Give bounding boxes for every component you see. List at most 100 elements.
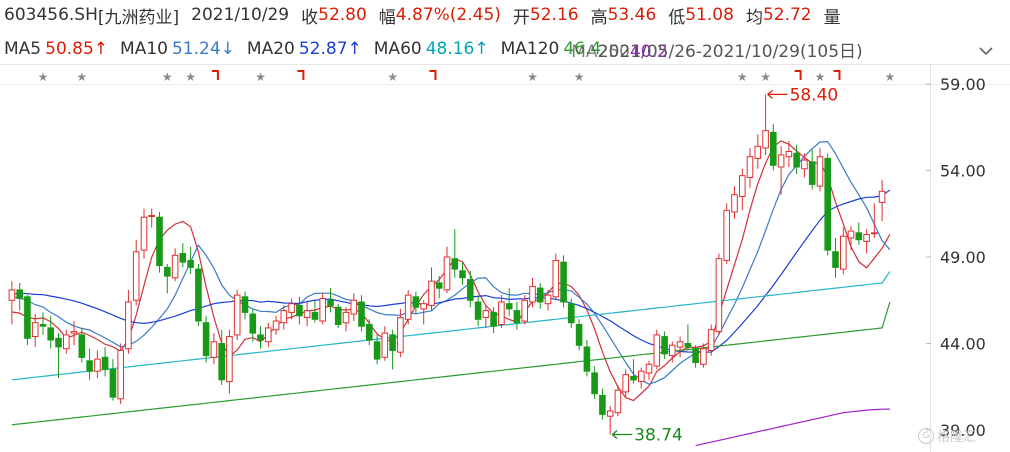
ma-value: 50.85↑	[45, 39, 109, 59]
candle	[451, 229, 459, 278]
candle	[366, 319, 373, 346]
candle-body	[156, 216, 163, 267]
candle-body	[560, 261, 567, 303]
star-marker-icon: ★	[76, 70, 87, 84]
candle-body	[24, 296, 31, 339]
candle	[808, 149, 816, 190]
candle	[739, 168, 746, 211]
candle	[156, 212, 163, 273]
candle	[731, 186, 738, 219]
candle-body	[684, 343, 692, 348]
low-value: 51.08	[685, 5, 734, 25]
y-tick-label: 49.00	[940, 248, 986, 267]
candle-body	[210, 341, 218, 358]
candle	[140, 208, 148, 259]
candle-body	[428, 280, 435, 306]
ma-line-ma120	[11, 301, 891, 426]
candle	[195, 263, 202, 327]
candle-body	[179, 253, 187, 263]
stock-name: [九洲药业]	[97, 7, 180, 28]
candle-body	[653, 334, 661, 367]
candle	[148, 208, 155, 228]
candle-body	[482, 310, 490, 319]
candle-body	[816, 156, 824, 187]
event-markers: ★ ★ ★ ★ ★ ★ ★ ★ ★ ★ ★ ★	[38, 70, 895, 84]
candle-body	[327, 299, 334, 306]
collapse-chevron-icon[interactable]	[968, 40, 1004, 62]
candle	[202, 315, 210, 363]
candle-body	[521, 299, 529, 322]
candle-body	[358, 301, 365, 327]
candle	[257, 326, 264, 349]
candle-body	[552, 260, 560, 298]
candle	[661, 331, 668, 360]
candle-body	[187, 260, 194, 268]
candle	[746, 148, 754, 188]
candle-body	[164, 266, 171, 277]
candle-body	[55, 337, 62, 348]
star-marker-icon: ★	[38, 70, 49, 84]
candle-body	[808, 161, 816, 185]
candle-body	[591, 372, 598, 395]
candle-body	[404, 294, 412, 320]
candle-body	[16, 289, 23, 299]
star-marker-icon: ★	[737, 70, 748, 84]
avg-label: 均	[745, 7, 763, 28]
candle-body	[373, 341, 381, 360]
candle-body	[381, 332, 389, 358]
candle	[723, 203, 731, 264]
candle-body	[311, 311, 319, 320]
candle	[311, 300, 319, 323]
candle	[187, 246, 194, 275]
candle-body	[39, 324, 47, 327]
candle-body	[342, 311, 350, 324]
candle	[94, 350, 101, 379]
candle	[179, 243, 187, 268]
ma-line-ma250	[695, 408, 890, 447]
candle	[428, 267, 435, 311]
candle-body	[777, 154, 785, 168]
watermark-text: 格隆汇	[937, 430, 977, 445]
ma-label: MA10	[120, 39, 168, 59]
y-tick-label: 59.00	[940, 75, 986, 94]
candle	[707, 324, 715, 356]
low-label: 低	[668, 7, 686, 28]
candle-body	[288, 303, 295, 313]
candle	[171, 248, 179, 282]
candle-body	[397, 317, 404, 353]
candle-body	[94, 358, 101, 372]
candle	[16, 283, 23, 311]
close-label: 收	[301, 7, 319, 28]
candle-body	[303, 310, 311, 319]
ma-label: MA120	[500, 39, 560, 59]
candle-body	[513, 310, 521, 324]
candle	[24, 295, 31, 346]
candle	[210, 333, 218, 365]
candle-body	[707, 329, 715, 352]
flag-marker-icon	[297, 70, 305, 80]
ma-value: 48.16↑	[425, 39, 489, 59]
candle-body	[78, 334, 86, 358]
candle-body	[334, 306, 342, 326]
candle-body	[871, 232, 878, 235]
candle	[381, 326, 389, 361]
stock-code: 603456.SH	[4, 5, 98, 25]
volume-label: 量	[823, 7, 841, 28]
candle	[855, 222, 863, 245]
low-arrow-icon	[611, 430, 633, 439]
candle-body	[389, 334, 396, 351]
candle-body	[723, 209, 731, 262]
candle-body	[676, 341, 684, 348]
candle-body	[785, 151, 793, 158]
candle	[397, 308, 404, 358]
flag-marker-icon	[211, 70, 219, 80]
candlestick-chart[interactable]: ★ ★ ★ ★ ★ ★ ★ ★ ★ ★ ★ ★ 59.0054.0049.0044.0039.00 5…	[0, 0, 1010, 452]
candle	[505, 288, 513, 316]
candle	[653, 329, 661, 370]
candle-body	[63, 334, 70, 350]
candle	[513, 302, 521, 330]
candle	[132, 239, 140, 306]
candle	[389, 329, 396, 370]
ma-line-ma5	[11, 140, 891, 402]
candle-body	[614, 389, 622, 414]
